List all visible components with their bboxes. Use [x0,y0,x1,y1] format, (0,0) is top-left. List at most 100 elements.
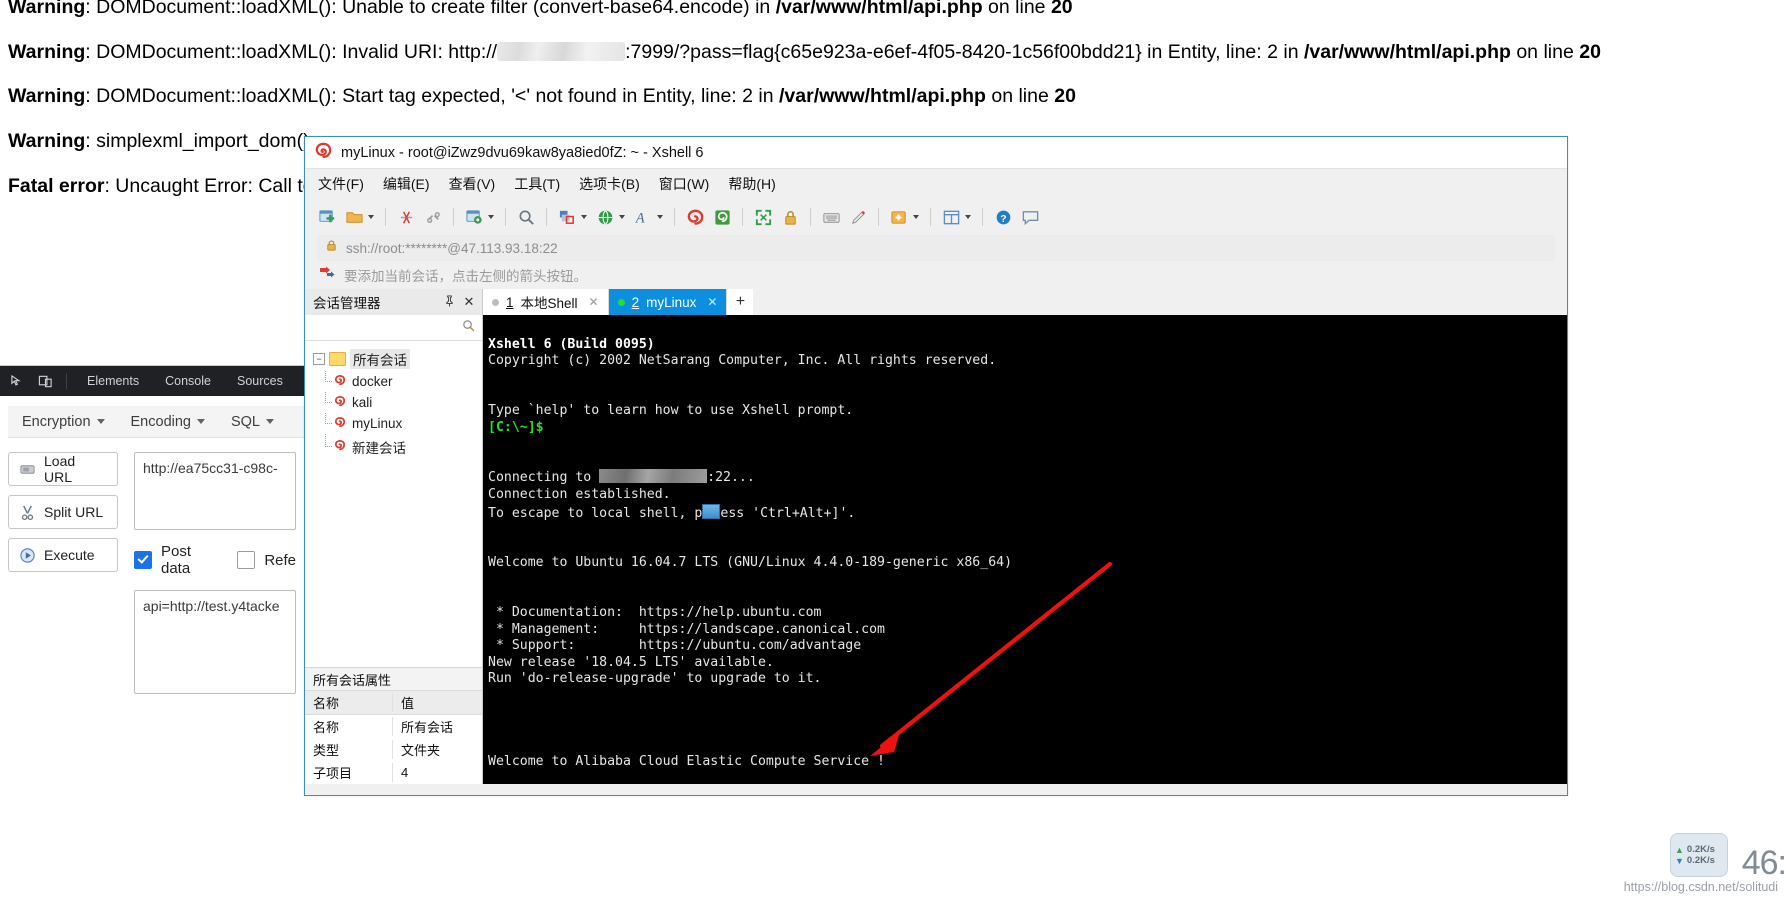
menu-tools[interactable]: 工具(T) [514,174,560,194]
terminal-line: * Support: https://ubuntu.com/advantage [488,638,862,654]
file-transfer-dropdown-caret[interactable] [581,215,587,219]
chevron-down-icon [266,419,274,424]
properties-dropdown-caret[interactable] [488,215,494,219]
hackbar-field-column: http://ea75cc31-c98c- Post data Refe api… [134,452,296,694]
session-item-mylinux[interactable]: myLinux [305,413,482,434]
lock-icon[interactable] [778,205,802,229]
xftp-icon[interactable] [710,205,734,229]
php-message-2a: : DOMDocument::loadXML(): Invalid URI: h… [85,41,498,63]
pin-icon[interactable] [442,295,456,310]
devtools-tab-console[interactable]: Console [153,366,223,396]
new-session-icon[interactable] [315,205,339,229]
redacted-host-blur [599,469,708,484]
layout-dropdown-caret[interactable] [965,215,971,219]
open-dropdown-caret[interactable] [368,215,374,219]
arrow-down-icon: ▼ [1675,855,1684,866]
session-icon [333,416,347,432]
open-session-icon[interactable] [342,205,366,229]
inspect-element-icon[interactable] [4,369,30,393]
session-tree-root-label: 所有会话 [350,349,410,369]
session-item-kali[interactable]: kali [305,392,482,413]
keyboard-icon[interactable] [819,205,843,229]
new-tab-button[interactable]: + [727,289,754,315]
devtools-tab-elements[interactable]: Elements [75,366,151,396]
session-search-row[interactable] [305,315,482,341]
network-upload-row: ▲ 0.2K/s [1675,844,1727,855]
svg-text:?: ? [1000,213,1006,224]
session-tree-root[interactable]: − 所有会话 [305,347,482,371]
help-icon[interactable]: ? [991,205,1015,229]
close-icon[interactable]: ✕ [707,295,717,309]
terminal-tab-mylinux[interactable]: 2 myLinux ✕ [608,289,728,315]
terminal-tab-label: 本地Shell [520,296,578,311]
tools-dropdown-caret[interactable] [913,215,919,219]
xshell-icon[interactable] [683,205,707,229]
menu-help[interactable]: 帮助(H) [728,174,775,194]
xshell-window: myLinux - root@iZwz9dvu69kaw8ya8ied0fZ: … [304,136,1568,796]
xshell-titlebar[interactable]: myLinux - root@iZwz9dvu69kaw8ya8ied0fZ: … [305,137,1567,168]
split-url-icon [19,504,36,521]
red-arrow-icon [319,266,335,285]
hackbar-menu-encryption[interactable]: Encryption [22,414,105,430]
post-data-checkbox[interactable] [134,551,152,569]
php-message-2b: :7999/?pass=flag{c65e923a-e6ef-4f05-8420… [625,41,1601,63]
terminal-tab-label: myLinux [646,294,697,310]
php-severity-1: Warning [8,0,86,18]
browser-dropdown-caret[interactable] [619,215,625,219]
highlight-icon[interactable] [846,205,870,229]
search-icon[interactable] [462,319,475,337]
web-browser-icon[interactable] [593,205,617,229]
file-transfer-icon[interactable] [555,205,579,229]
session-icon [333,374,347,390]
terminal-tab-local-shell[interactable]: 1 本地Shell ✕ [483,289,609,315]
terminal-container: 1 本地Shell ✕ 2 myLinux ✕ + Xshell 6 (Buil… [483,289,1567,784]
hackbar-menu-encoding[interactable]: Encoding [131,414,205,430]
hackbar-menu-sql[interactable]: SQL [231,414,274,430]
font-icon[interactable]: A [631,205,655,229]
reconnect-icon[interactable] [421,205,445,229]
toolbar-divider [505,208,506,226]
split-url-button[interactable]: Split URL [8,495,118,529]
layout-icon[interactable] [939,205,963,229]
close-icon[interactable]: ✕ [462,294,476,310]
post-data-input[interactable]: api=http://test.y4tacke [134,590,296,694]
disconnect-icon[interactable] [394,205,418,229]
tools-icon[interactable] [887,205,911,229]
session-item-label: kali [352,395,373,410]
properties-col-value: 值 [401,696,415,711]
fullscreen-icon[interactable] [751,205,775,229]
find-icon[interactable] [514,205,538,229]
close-icon[interactable]: ✕ [589,295,599,309]
session-item-docker[interactable]: docker [305,371,482,392]
device-toolbar-icon[interactable] [32,369,58,393]
terminal-output[interactable]: Xshell 6 (Build 0095) Copyright (c) 2002… [483,315,1567,784]
menu-view[interactable]: 查看(V) [449,174,496,194]
font-dropdown-caret[interactable] [657,215,663,219]
menu-tab[interactable]: 选项卡(B) [579,174,640,194]
toolbar-divider [930,208,931,226]
session-properties-panel: 所有会话属性 名称 值 名称 所有会话 类型 文件夹 子项目 4 [305,667,482,784]
collapse-toggle-icon[interactable]: − [313,353,325,365]
property-value: 所有会话 [401,720,454,735]
toolbar-divider [674,208,675,226]
watermark-text: https://blog.csdn.net/solitudi [1623,880,1778,894]
xshell-address-bar[interactable]: ssh://root:********@47.113.93.18:22 [317,235,1555,261]
xshell-hint-bar: 要添加当前会话，点击左侧的箭头按钮。 [305,261,1567,289]
session-item-new[interactable]: 新建会话 [305,434,482,459]
referrer-checkbox[interactable] [237,551,256,569]
devtools-tab-sources[interactable]: Sources [225,366,295,396]
session-properties-icon[interactable] [462,205,486,229]
menu-file[interactable]: 文件(F) [318,174,364,194]
feedback-icon[interactable] [1018,205,1042,229]
xshell-logo-icon [315,142,332,164]
xshell-toolbar: A ? [305,199,1567,235]
menu-window[interactable]: 窗口(W) [659,174,710,194]
menu-edit[interactable]: 编辑(E) [383,174,430,194]
url-input[interactable]: http://ea75cc31-c98c- [134,452,296,530]
execute-button[interactable]: Execute [8,538,118,572]
session-tree: − 所有会话 docker kali myLinux 新建会话 [305,341,482,667]
session-item-label: 新建会话 [352,440,406,456]
load-url-button[interactable]: Load URL [8,452,118,486]
